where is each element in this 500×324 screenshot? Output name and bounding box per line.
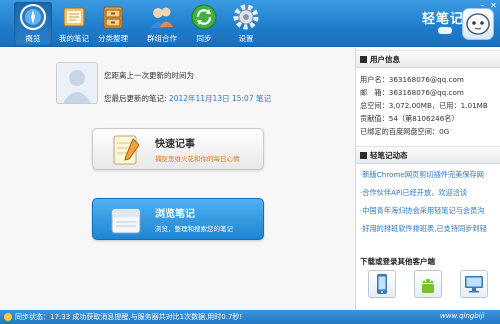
user-info-contribution: 贡献值：54（第8106246名） (360, 114, 459, 123)
client-desktop-button[interactable] (460, 270, 488, 298)
side-panel: 用户信息 用户名：363168076@qq.com 邮 箱：363168076@… (355, 48, 500, 310)
client-phone-button[interactable] (368, 270, 396, 298)
toolbar-group-label: 群组合作 (147, 34, 177, 43)
news-item[interactable]: ·中国青年海归协会采用轻笔记与会员沟 (360, 206, 484, 216)
section-marker-icon (360, 56, 367, 63)
overview-panel: 您距离上一次更新的时间为 您最后更新的笔记: 2012年11月13日 15:07… (0, 48, 355, 310)
toolbar-overview-label: 概览 (25, 34, 41, 43)
user-info-heading: 用户信息 (370, 55, 400, 64)
sync-status-text: 同步状态：17:33 成功获取消息提醒,与服务器共对比1次数据,用时0.7秒! (15, 313, 243, 321)
user-info-email: 邮 箱：363168076@qq.com (360, 88, 464, 97)
compass-icon (20, 4, 46, 30)
news-heading: 轻笔记动态 (370, 151, 408, 160)
toolbar-categorize-label: 分类整理 (98, 34, 128, 43)
browse-notes-button[interactable]: 浏览笔记 浏览，整理和搜索您的笔记 (92, 198, 264, 240)
sync-icon (191, 4, 217, 30)
toolbar-categorize-button[interactable]: 分类整理 (94, 2, 132, 46)
quick-note-subtitle: 捕捉思维火花和你的每日心情 (155, 155, 240, 163)
toolbar-sync-button[interactable]: 同步 (185, 2, 223, 46)
toolbar-settings-button[interactable]: 设置 (227, 2, 265, 46)
last-update-interval: 您距离上一次更新的时间为 (104, 71, 194, 80)
user-menu-indicator[interactable] (438, 27, 452, 34)
last-updated-value[interactable]: 2012年11月13日 15:07 笔记 (169, 94, 271, 103)
clients-heading: 下载或登录其他客户端 (360, 257, 435, 266)
status-icon (4, 313, 12, 321)
user-info-baidu-storage: 已绑定的百度网盘空间：0G (360, 127, 450, 136)
app-title: 轻笔记 (422, 12, 465, 27)
status-bar: 同步状态：17:33 成功获取消息提醒,与服务器共对比1次数据,用时0.7秒! … (0, 310, 500, 324)
quick-note-title: 快速记事 (155, 139, 195, 150)
news-item[interactable]: ·好用的排班软件排班表,已支持同步到轻 (360, 224, 487, 234)
notepad-icon (109, 133, 143, 167)
client-android-button[interactable] (414, 270, 442, 298)
toolbar-sync-label: 同步 (196, 34, 212, 43)
close-button[interactable]: ✕ (489, 1, 498, 10)
section-marker-icon (360, 152, 367, 159)
last-updated-note: 您最后更新的笔记: 2012年11月13日 15:07 笔记 (104, 93, 271, 104)
gear-icon (233, 4, 259, 30)
quick-note-button[interactable]: 快速记事 捕捉思维火花和你的每日心情 (92, 128, 264, 170)
monitor-icon (465, 276, 483, 293)
group-icon (149, 4, 175, 30)
app-logo (462, 8, 494, 40)
news-header: 轻笔记动态 (356, 146, 500, 164)
android-icon (422, 279, 434, 293)
news-item[interactable]: ·新版Chrome网页剪切插件完美保存网 (360, 170, 484, 180)
toolbar-my-notes-label: 我的笔记 (59, 34, 89, 43)
news-item[interactable]: ·合作伙伴API已经开放，欢迎洽谈 (360, 188, 467, 198)
toolbar-settings-label: 设置 (238, 34, 254, 43)
user-info-username: 用户名：363168076@qq.com (360, 75, 464, 84)
toolbar-my-notes-button[interactable]: 我的笔记 (55, 2, 93, 46)
main-toolbar: 概览 我的笔记 分类整理 群组合作 同步 设置 轻笔记 – ✕ (0, 0, 500, 47)
user-info-header: 用户信息 (356, 50, 500, 68)
last-updated-label: 您最后更新的笔记: (104, 94, 167, 103)
browse-notes-subtitle: 浏览，整理和搜索您的笔记 (155, 225, 233, 233)
phone-icon (377, 274, 387, 294)
browse-notes-title: 浏览笔记 (155, 209, 195, 220)
minimize-button[interactable]: – (478, 1, 487, 10)
notebook-icon (61, 4, 87, 30)
drawer-icon (100, 4, 126, 30)
avatar[interactable] (56, 62, 98, 104)
toolbar-group-button[interactable]: 群组合作 (143, 2, 181, 46)
website-watermark: www.qingbiji (440, 312, 485, 320)
user-info-storage: 总空间：3,072.00MB，已用：1.01MB (360, 101, 488, 110)
book-icon (109, 203, 143, 237)
toolbar-overview-button[interactable]: 概览 (14, 2, 52, 46)
